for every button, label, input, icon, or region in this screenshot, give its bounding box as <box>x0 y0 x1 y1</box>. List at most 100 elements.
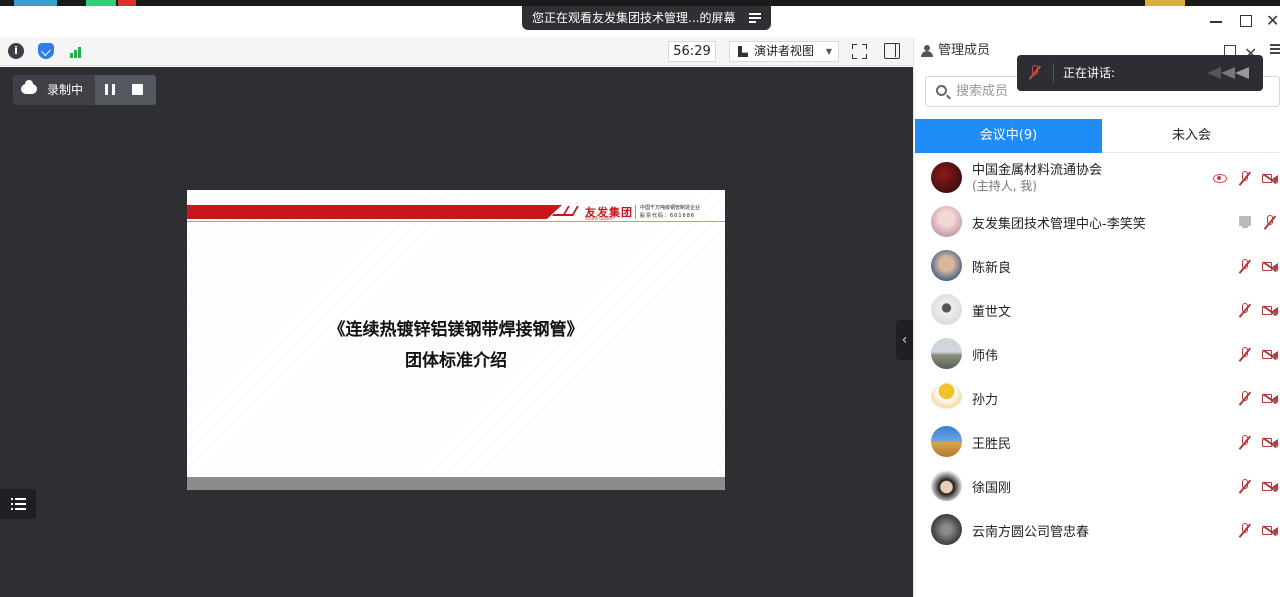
member-name: 徐国刚 <box>972 481 1012 496</box>
member-row[interactable]: 王胜民 <box>914 420 1280 464</box>
title-bar: 您正在观看友发集团技术管理...的屏幕 ✕ <box>0 6 1280 38</box>
member-name: 中国金属材料流通协会 <box>972 163 1103 178</box>
member-row[interactable]: 友发集团技术管理中心-李笑笑 <box>914 200 1280 244</box>
member-name: 友发集团技术管理中心-李笑笑 <box>972 217 1146 232</box>
recording-controls <box>95 75 156 105</box>
share-notice-text: 您正在观看友发集团技术管理...的屏幕 <box>532 11 736 25</box>
member-row[interactable]: 陈新良 <box>914 244 1280 288</box>
members-panel: 管理成员 ✕ 会议中(9) 未入会 中国金属材料流通协会 (主持人, 我) <box>913 38 1280 597</box>
view-mode-label: 演讲者视图 <box>754 44 815 58</box>
chevron-down-icon: ▼ <box>825 47 832 56</box>
panel-title: 管理成员 <box>938 43 991 58</box>
menu-icon[interactable] <box>749 13 762 23</box>
mic-off-icon[interactable] <box>1238 303 1251 318</box>
camera-off-icon[interactable] <box>1262 525 1278 537</box>
more-icon[interactable] <box>1270 44 1280 54</box>
avatar <box>931 294 962 325</box>
avatar <box>931 514 962 545</box>
meeting-toolbar: i 56:29 演讲者视图 ▼ <box>0 38 913 66</box>
mic-off-icon[interactable] <box>1238 347 1251 362</box>
tab-in-meeting[interactable]: 会议中(9) <box>915 119 1102 153</box>
avatar <box>931 426 962 457</box>
speaking-label: 正在讲话: <box>1063 66 1116 80</box>
fullscreen-icon[interactable] <box>852 44 867 59</box>
mic-off-icon <box>1028 65 1041 80</box>
collapse-panel-button[interactable]: ‹ <box>896 320 913 360</box>
slide-red-bar <box>187 205 562 219</box>
avatar <box>931 382 962 413</box>
slide-subtitle: 团体标准介绍 <box>405 351 507 371</box>
member-name: 孙力 <box>972 393 999 408</box>
mic-off-icon[interactable] <box>1238 523 1251 538</box>
member-name: 云南方圆公司管忠春 <box>972 525 1090 540</box>
avatar <box>931 250 962 281</box>
stop-recording-button[interactable] <box>131 83 145 97</box>
avatar <box>931 206 962 237</box>
shield-icon[interactable] <box>38 43 54 59</box>
camera-off-icon[interactable] <box>1262 261 1278 273</box>
member-row[interactable]: 董世文 <box>914 288 1280 332</box>
avatar <box>931 338 962 369</box>
member-row[interactable]: 中国金属材料流通协会 (主持人, 我) <box>914 156 1280 200</box>
meeting-timer: 56:29 <box>668 41 716 62</box>
camera-off-icon[interactable] <box>1262 305 1278 317</box>
presentation-slide: 友发集团 YOUFA GROUP 中国千万吨级钢管制造企业 股票代码：60168… <box>187 190 725 490</box>
member-row[interactable]: 徐国刚 <box>914 464 1280 508</box>
pause-recording-button[interactable] <box>103 83 117 97</box>
maximize-button[interactable] <box>1239 14 1253 28</box>
camera-off-icon[interactable] <box>1262 481 1278 493</box>
view-mode-dropdown[interactable]: 演讲者视图 ▼ <box>729 41 839 62</box>
member-row[interactable]: 师伟 <box>914 332 1280 376</box>
mic-off-icon[interactable] <box>1238 479 1251 494</box>
cloud-icon <box>21 80 37 94</box>
person-icon <box>921 45 933 57</box>
signal-icon[interactable] <box>69 43 85 59</box>
member-name: 王胜民 <box>972 437 1012 452</box>
member-name: 师伟 <box>972 349 999 364</box>
mic-off-icon[interactable] <box>1238 259 1251 274</box>
slide-title: 《连续热镀锌铝镁钢带焊接钢管》 <box>328 320 584 340</box>
tab-not-joined[interactable]: 未入会 <box>1102 119 1280 153</box>
avatar <box>931 470 962 501</box>
list-icon[interactable] <box>0 489 36 519</box>
screen-share-notice[interactable]: 您正在观看友发集团技术管理...的屏幕 <box>522 6 772 30</box>
recording-label: 录制中 <box>47 83 84 97</box>
camera-off-icon[interactable] <box>1262 437 1278 449</box>
camera-off-icon[interactable] <box>1262 173 1278 185</box>
sidebar-toggle-icon[interactable] <box>884 43 900 59</box>
mic-off-icon[interactable] <box>1238 435 1251 450</box>
mic-off-icon[interactable] <box>1238 171 1251 186</box>
slide-rule <box>187 221 725 222</box>
slide-divider <box>635 205 636 219</box>
slide-tagline: 中国千万吨级钢管制造企业 <box>640 205 701 211</box>
audio-wave-icon <box>1205 63 1255 83</box>
minimize-button[interactable] <box>1209 14 1223 28</box>
member-tabs: 会议中(9) 未入会 <box>915 119 1280 153</box>
camera-off-icon[interactable] <box>1262 393 1278 405</box>
avatar <box>931 162 962 193</box>
info-icon[interactable]: i <box>8 43 24 59</box>
member-row[interactable]: 孙力 <box>914 376 1280 420</box>
slide-stock-code: 股票代码：601686 <box>640 213 696 219</box>
search-icon <box>936 85 947 96</box>
layout-icon <box>738 46 748 57</box>
speaking-indicator: 正在讲话: <box>1017 55 1263 91</box>
recording-bar: 录制中 <box>13 75 156 105</box>
slide-footer-bar <box>187 477 725 490</box>
meeting-window: 您正在观看友发集团技术管理...的屏幕 ✕ i 56:29 演讲者视图 ▼ 录制… <box>0 0 1280 597</box>
eye-icon[interactable] <box>1213 174 1227 183</box>
member-name: 陈新良 <box>972 261 1012 276</box>
recording-status: 录制中 <box>13 75 95 105</box>
member-row[interactable]: 云南方圆公司管忠春 <box>914 508 1280 552</box>
close-window-button[interactable]: ✕ <box>1266 13 1280 29</box>
shared-screen-stage: 录制中 友发集团 YOUFA GROUP 中国千万吨级钢管制造企业 股票代码：6… <box>0 67 913 597</box>
member-role: (主持人, 我) <box>972 179 1037 193</box>
slide-banner: 友发集团 YOUFA GROUP 中国千万吨级钢管制造企业 股票代码：60168… <box>187 203 725 221</box>
youfa-logo-icon <box>552 204 579 218</box>
mic-off-icon[interactable] <box>1238 391 1251 406</box>
screen-share-icon <box>1239 216 1251 228</box>
member-name: 董世文 <box>972 305 1012 320</box>
divider <box>1053 63 1054 83</box>
mic-off-icon[interactable] <box>1263 215 1276 230</box>
camera-off-icon[interactable] <box>1262 349 1278 361</box>
